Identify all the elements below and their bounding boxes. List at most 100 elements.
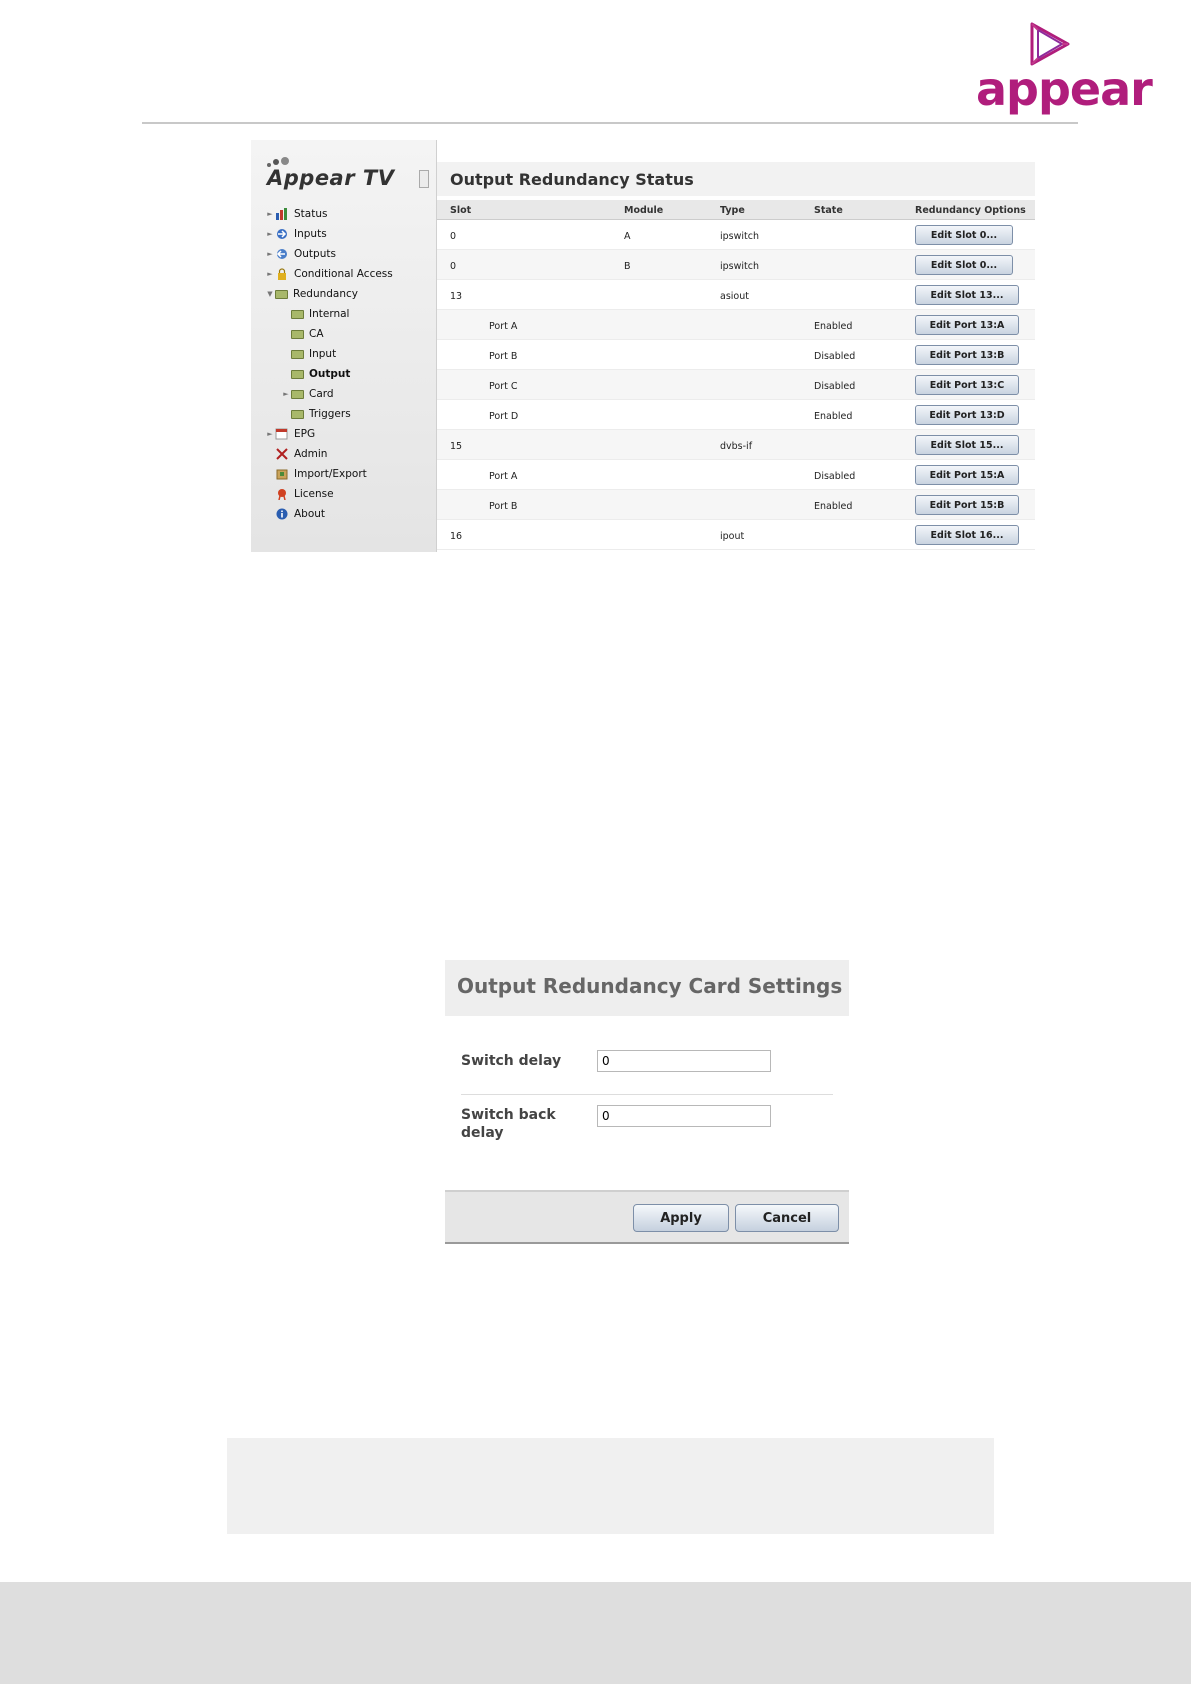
type-cell: asiout [720,291,749,302]
table-row: 0 A ipswitch Edit Slot 0... [437,220,1035,250]
sidebar-item-inputs[interactable]: ► Inputs [265,224,326,244]
sidebar-item-label: License [294,488,334,500]
sidebar-collapse-handle[interactable] [419,170,429,188]
sidebar-item-license[interactable]: License [265,484,334,504]
sidebar-item-label: Outputs [294,248,336,260]
table-row: Port C Disabled Edit Port 13:C [437,370,1035,400]
sidebar-logo-text: Appear TV [267,166,395,190]
sidebar-item-card[interactable]: ► Card [281,384,334,404]
table-header: Slot Module Type State Redundancy Option… [437,200,1035,220]
expand-arrow-icon: ► [267,250,273,258]
sidebar-item-admin[interactable]: Admin [265,444,327,464]
calendar-icon [275,428,288,440]
edit-slot-13-button[interactable]: Edit Slot 13... [915,285,1019,305]
edit-port-15a-button[interactable]: Edit Port 15:A [915,465,1019,485]
switch-delay-label: Switch delay [461,1053,562,1069]
sidebar-item-outputs[interactable]: ► Outputs [265,244,336,264]
table-row: 0 B ipswitch Edit Slot 0... [437,250,1035,280]
table-row: Port D Enabled Edit Port 13:D [437,400,1035,430]
type-cell: ipswitch [720,231,759,242]
certificate-icon [278,489,286,500]
expand-arrow-icon: ► [283,390,289,398]
edit-slot-0-a-button[interactable]: Edit Slot 0... [915,225,1013,245]
folder-icon [291,389,304,399]
state-cell: Disabled [814,381,856,392]
table-row: 15 dvbs-if Edit Slot 15... [437,430,1035,460]
sidebar-item-label: Card [309,388,334,400]
edit-slot-15-button[interactable]: Edit Slot 15... [915,435,1019,455]
output-arrow-icon [276,249,287,259]
table-row: 16 ipout Edit Slot 16... [437,520,1035,550]
column-header-type: Type [720,205,745,216]
sidebar-item-epg[interactable]: ► EPG [265,424,315,444]
status-content: Output Redundancy Status Slot Module Typ… [437,140,1035,552]
switch-back-delay-input[interactable] [597,1105,771,1127]
expand-arrow-icon: ► [267,270,273,278]
expand-arrow-icon: ► [267,230,273,238]
sidebar-item-label: Admin [294,448,328,460]
switch-delay-input[interactable] [597,1050,771,1072]
port-cell: Port A [489,471,518,482]
sidebar-item-ca[interactable]: CA [281,324,324,344]
bar-chart-icon [276,208,287,220]
edit-port-15b-button[interactable]: Edit Port 15:B [915,495,1019,515]
edit-port-13b-button[interactable]: Edit Port 13:B [915,345,1019,365]
edit-slot-0-b-button[interactable]: Edit Slot 0... [915,255,1013,275]
table-row: Port B Enabled Edit Port 15:B [437,490,1035,520]
sidebar-item-import-export[interactable]: Import/Export [265,464,367,484]
slot-cell: 15 [450,441,463,452]
sidebar-item-label: Status [294,208,328,220]
sidebar-item-redundancy[interactable]: ▼ Redundancy [265,284,358,304]
type-cell: ipswitch [720,261,759,272]
column-header-state: State [814,205,843,216]
folder-icon [291,409,304,419]
dialog-footer: Apply Cancel [445,1190,849,1244]
sidebar-item-input[interactable]: Input [281,344,336,364]
edit-port-13a-button[interactable]: Edit Port 13:A [915,315,1019,335]
lock-icon [278,268,286,280]
appear-wordmark: appear [976,62,1153,116]
folder-icon [291,309,304,319]
switch-back-delay-label: Switch back delay [461,1107,556,1141]
input-arrow-icon [277,229,287,239]
table-row: Port B Disabled Edit Port 13:B [437,340,1035,370]
expand-arrow-icon: ► [267,430,273,438]
dialog-header: Output Redundancy Card Settings [445,960,849,1016]
page-title: Output Redundancy Status [450,170,694,189]
slot-cell: 13 [450,291,463,302]
sidebar-item-label: Input [309,348,337,360]
cancel-button[interactable]: Cancel [735,1204,839,1232]
edit-port-13d-button[interactable]: Edit Port 13:D [915,405,1019,425]
module-cell: A [624,231,631,242]
folder-icon [291,349,304,359]
type-cell: dvbs-if [720,441,753,452]
port-cell: Port C [489,381,518,392]
column-header-slot: Slot [450,205,472,216]
sidebar-item-status[interactable]: ► Status [265,204,327,224]
appear-tv-logo: Appear TV [265,156,415,196]
port-cell: Port A [489,321,518,332]
package-icon [276,469,288,480]
sidebar-item-internal[interactable]: Internal [281,304,349,324]
apply-button[interactable]: Apply [633,1204,729,1232]
folder-icon [275,289,288,299]
edit-slot-16-button[interactable]: Edit Slot 16... [915,525,1019,545]
sidebar-item-label: Output [309,368,351,380]
sidebar-item-about[interactable]: About [265,504,325,524]
sidebar-item-label: Triggers [309,408,351,420]
sidebar-item-output[interactable]: Output [281,364,350,384]
sidebar-item-label: Import/Export [294,468,367,480]
sidebar-item-triggers[interactable]: Triggers [281,404,351,424]
sidebar-item-conditional-access[interactable]: ► Conditional Access [265,264,393,284]
slot-cell: 0 [450,261,457,272]
document-page: appear Appear TV ► Status ► Inputs ► Out… [0,0,1191,1684]
sidebar: Appear TV ► Status ► Inputs ► Outputs ► … [251,140,437,552]
header-divider [142,122,1078,124]
table-row: Port A Disabled Edit Port 15:A [437,460,1035,490]
play-logo-icon [1030,22,1070,66]
edit-port-13c-button[interactable]: Edit Port 13:C [915,375,1019,395]
sidebar-item-label: Internal [309,308,350,320]
sidebar-item-label: Redundancy [293,288,358,300]
tools-icon [276,448,288,460]
port-cell: Port B [489,351,518,362]
